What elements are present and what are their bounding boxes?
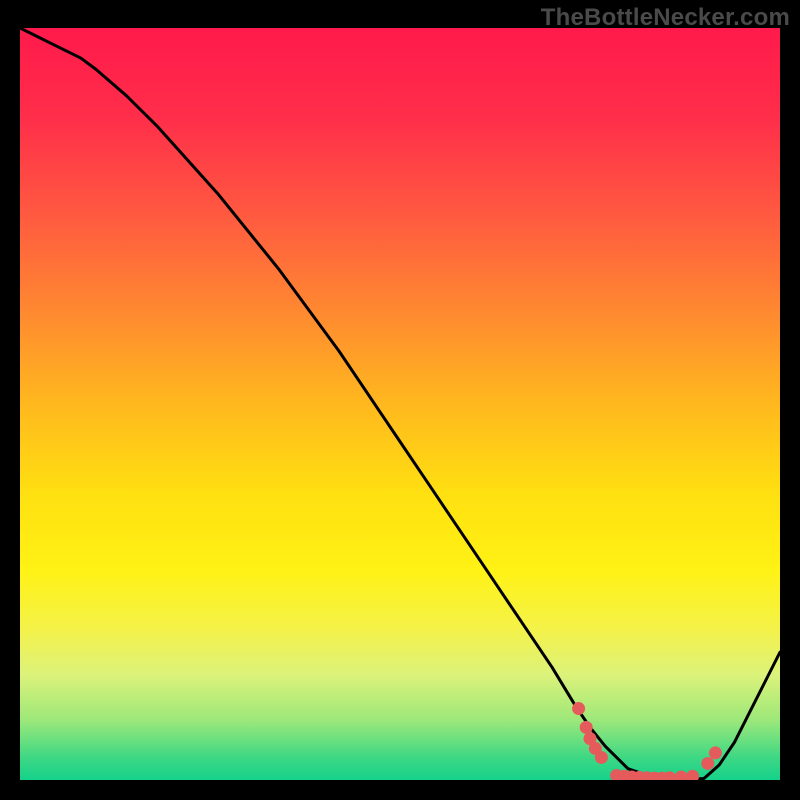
plot-frame [20, 28, 780, 780]
chart-curve [20, 28, 780, 780]
chart-root: TheBottleNecker.com [0, 0, 800, 800]
